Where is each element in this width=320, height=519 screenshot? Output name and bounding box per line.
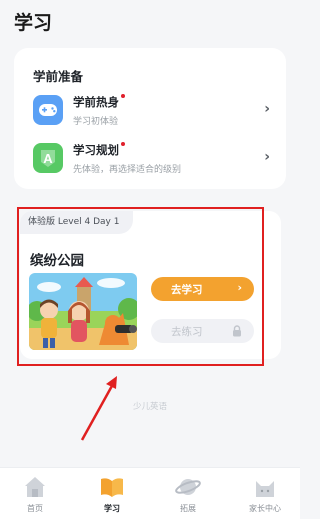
tab-parent-center[interactable]: 家长中心 — [235, 472, 295, 518]
letter-a-icon: A — [33, 143, 63, 173]
gamepad-icon — [33, 95, 63, 125]
study-plan-item[interactable]: A 学习规划 先体验，再选择适合的级别 › — [14, 141, 286, 181]
tab-home[interactable]: 首页 — [5, 472, 65, 518]
study-plan-title: 学习规划 — [73, 143, 119, 157]
tab-study[interactable]: 学习 — [82, 472, 142, 518]
footer-text: 少儿英语 — [132, 402, 167, 412]
chevron-right-icon: › — [264, 101, 270, 117]
tab-label: 首页 — [27, 504, 43, 513]
study-plan-subtitle: 先体验，再选择适合的级别 — [73, 165, 182, 175]
warmup-subtitle: 学习初体验 — [73, 117, 119, 127]
new-dot — [121, 142, 125, 146]
tab-label: 学习 — [104, 504, 120, 513]
prep-section-title: 学前准备 — [33, 69, 84, 84]
svg-text:A: A — [43, 151, 53, 166]
planet-icon — [175, 475, 201, 499]
new-dot — [121, 94, 125, 98]
page-title: 学习 — [14, 12, 53, 34]
tab-label: 家长中心 — [249, 504, 281, 513]
prep-card: 学前准备 学前热身 学习初体验 › A 学习规划 先体验，再选择适合的级别 › — [14, 48, 286, 189]
annotation-highlight-box — [17, 207, 264, 366]
tab-explore[interactable]: 拓展 — [158, 472, 218, 518]
cat-ears-icon — [252, 475, 278, 499]
warmup-item[interactable]: 学前热身 学习初体验 › — [14, 93, 286, 133]
tab-label: 拓展 — [180, 504, 196, 513]
bottom-tab-bar: 首页 学习 拓展 家长中心 — [0, 467, 300, 519]
house-icon — [22, 475, 48, 499]
chevron-right-icon: › — [264, 149, 270, 165]
book-icon — [99, 475, 125, 499]
warmup-title: 学前热身 — [73, 95, 119, 109]
